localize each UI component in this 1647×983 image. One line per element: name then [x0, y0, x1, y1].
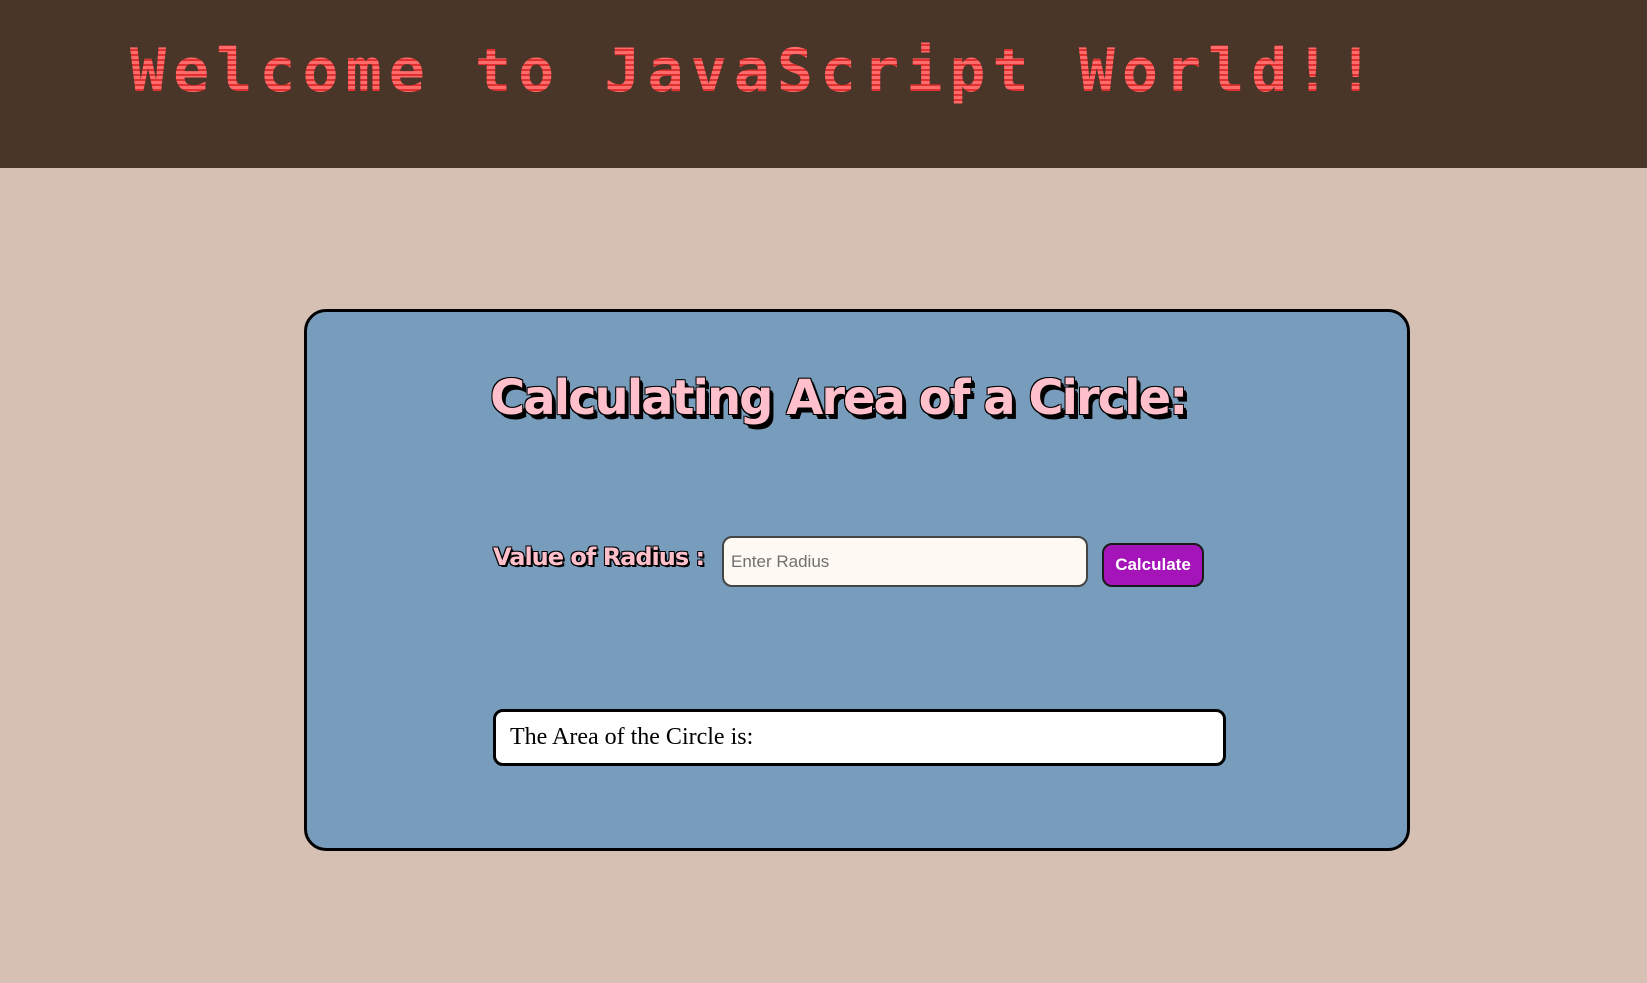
circle-area-card: Calculating Area of a Circle: Value of R… [304, 309, 1410, 851]
welcome-heading-text: Welcome to JavaScript World!! [130, 36, 1381, 106]
welcome-heading: Welcome to JavaScript World!! [130, 36, 1381, 106]
calculate-button[interactable]: Calculate [1102, 543, 1204, 587]
card-title: Calculating Area of a Circle: [490, 370, 1188, 426]
radius-input[interactable] [722, 536, 1088, 587]
result-text: The Area of the Circle is: [510, 724, 754, 750]
header-bar: Welcome to JavaScript World!! [0, 0, 1647, 168]
result-box: The Area of the Circle is: [493, 709, 1226, 766]
radius-label: Value of Radius : [493, 543, 705, 571]
